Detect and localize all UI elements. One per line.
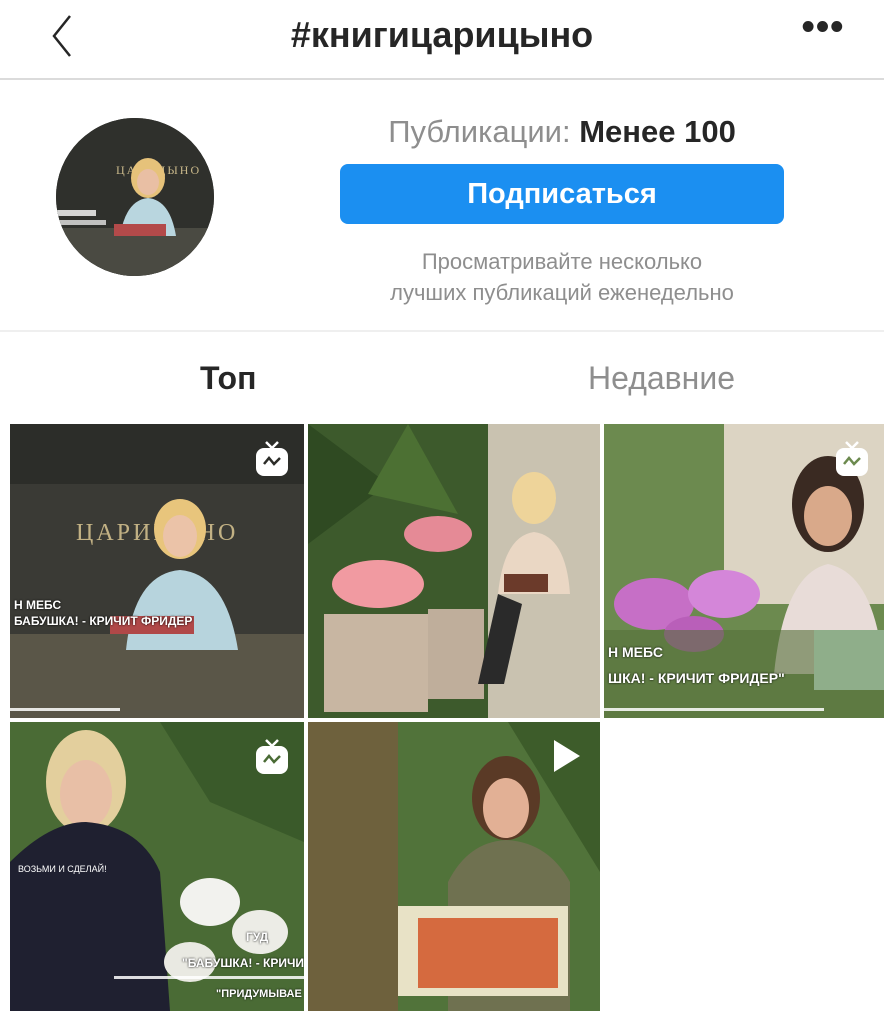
post-thumbnail: [308, 424, 600, 718]
post-tile-5[interactable]: [308, 722, 600, 1011]
igtv-icon: [836, 441, 868, 476]
post-1-caption-line-2: БАБУШКА! - КРИЧИТ ФРИДЕР: [14, 614, 193, 628]
post-3-caption-line-1: Н МЕБС: [608, 644, 663, 660]
follow-hint-line-1: Просматривайте несколько: [421, 249, 703, 274]
hashtag-header: ЦАРИЦЫНО Публикации: Менее 100 Подписать…: [0, 80, 884, 332]
follow-button[interactable]: Подписаться: [340, 164, 784, 224]
follow-hint: Просматривайте несколько лучших публикац…: [320, 246, 804, 308]
follow-hint-line-2: лучших публикаций еженедельно: [390, 280, 734, 305]
avatar-image: ЦАРИЦЫНО: [56, 118, 214, 276]
post-4-shirt-text: ВОЗЬМИ И СДЕЛАЙ!: [18, 863, 107, 874]
hashtag-title: #книгицарицыно: [290, 14, 594, 55]
post-4-caption-line-3: "ПРИДУМЫВАЕ: [216, 988, 302, 1000]
post-1-progress-bar: [10, 708, 120, 711]
post-3-progress-bar: [604, 708, 824, 711]
posts-count: Публикации: Менее 100: [340, 114, 784, 150]
tab-top[interactable]: Топ: [200, 360, 256, 397]
posts-grid: ЦАРИЦЫНО Н МЕБС БАБУШКА! - КРИЧИТ ФРИДЕР: [10, 424, 884, 1011]
post-4-caption-line-1: ГУД: [246, 930, 269, 944]
post-4-caption-line-2: "БАБУШКА! - КРИЧИТ: [182, 956, 304, 970]
post-tile-2[interactable]: [308, 424, 600, 718]
top-nav-bar: #книгицарицыно •••: [0, 0, 884, 80]
tab-recent[interactable]: Недавние: [588, 360, 735, 397]
more-dots-icon: •••: [801, 6, 845, 48]
posts-count-value: Менее 100: [579, 114, 736, 149]
feed-tabs: Топ Недавние: [0, 332, 884, 422]
more-options-button[interactable]: •••: [798, 8, 848, 52]
post-3-caption-line-2: ШКА! - КРИЧИТ ФРИДЕР": [608, 670, 785, 686]
igtv-icon: [256, 441, 288, 476]
posts-count-label: Публикации:: [388, 114, 571, 149]
post-tile-1[interactable]: ЦАРИЦЫНО Н МЕБС БАБУШКА! - КРИЧИТ ФРИДЕР: [10, 424, 304, 718]
post-tile-3[interactable]: Н МЕБС ШКА! - КРИЧИТ ФРИДЕР": [604, 424, 884, 718]
play-icon: [554, 740, 580, 772]
post-tile-4[interactable]: ВОЗЬМИ И СДЕЛАЙ! ГУД "БАБУШКА! - КРИЧИТ …: [10, 722, 304, 1011]
hashtag-avatar[interactable]: ЦАРИЦЫНО: [56, 118, 214, 276]
post-1-caption-line-1: Н МЕБС: [14, 598, 62, 612]
igtv-icon: [256, 739, 288, 774]
post-4-progress-bar: [114, 976, 304, 979]
